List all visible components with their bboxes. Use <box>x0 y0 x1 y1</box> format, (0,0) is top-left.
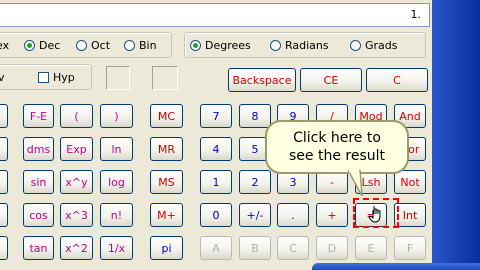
pi-button[interactable]: pi <box>150 236 183 260</box>
memory-clear-button[interactable]: MC <box>150 104 183 128</box>
tooltip-pointer <box>346 169 364 197</box>
factorial-button[interactable]: n! <box>100 203 133 227</box>
tooltip-line-1: Click here to <box>293 130 381 146</box>
dat-button[interactable] <box>0 236 8 260</box>
hex-e-button: E <box>355 236 387 260</box>
parenthesis-indicator <box>152 66 178 90</box>
digit-0-button[interactable]: 0 <box>200 203 232 227</box>
sum-button[interactable] <box>0 170 8 194</box>
radio-radians-label: Radians <box>285 39 329 52</box>
clear-entry-button[interactable]: CE <box>300 68 362 92</box>
backspace-button[interactable]: Backspace <box>228 68 296 92</box>
radio-grads-label: Grads <box>365 39 398 52</box>
dms-button[interactable]: dms <box>23 137 54 161</box>
radio-bin[interactable]: Bin <box>124 39 157 52</box>
desktop-background <box>432 0 480 270</box>
radio-radians-indicator <box>270 40 281 51</box>
digit-4-button[interactable]: 4 <box>200 137 232 161</box>
tooltip-callout: Click here to see the result <box>265 120 409 174</box>
calculator-display: 1. <box>0 3 430 27</box>
fe-button[interactable]: F-E <box>23 104 54 128</box>
radio-oct-label: Oct <box>91 39 111 52</box>
radio-hex-label: ex <box>0 39 10 52</box>
radio-grads-indicator <box>350 40 361 51</box>
hex-f-button: F <box>394 236 426 260</box>
radio-grads[interactable]: Grads <box>350 39 398 52</box>
hex-c-button: C <box>277 236 309 260</box>
radio-dec-indicator <box>24 40 35 51</box>
ave-button[interactable] <box>0 137 8 161</box>
add-button[interactable]: + <box>316 203 348 227</box>
hex-b-button: B <box>239 236 271 260</box>
memory-store-button[interactable]: MS <box>150 170 183 194</box>
hyp-checkbox-label: Hyp <box>53 71 75 84</box>
digit-2-button[interactable]: 2 <box>239 170 271 194</box>
x-power-y-button[interactable]: x^y <box>60 170 93 194</box>
s-button[interactable] <box>0 203 8 227</box>
clear-button[interactable]: C <box>366 68 428 92</box>
radio-bin-indicator <box>124 40 135 51</box>
exp-button[interactable]: Exp <box>60 137 93 161</box>
hex-a-button: A <box>200 236 232 260</box>
hyp-checkbox-box <box>38 72 49 83</box>
memory-indicator <box>106 66 130 90</box>
x-cubed-button[interactable]: x^3 <box>60 203 93 227</box>
ln-button[interactable]: ln <box>100 137 133 161</box>
digit-1-button[interactable]: 1 <box>200 170 232 194</box>
radio-oct[interactable]: Oct <box>76 39 110 52</box>
radio-dec-label: Dec <box>39 39 61 52</box>
x-squared-button[interactable]: x^2 <box>60 236 93 260</box>
radio-bin-label: Bin <box>139 39 157 52</box>
sin-button[interactable]: sin <box>23 170 54 194</box>
hand-cursor-icon <box>368 205 384 223</box>
digit-7-button[interactable]: 7 <box>200 104 232 128</box>
tooltip-line-2: see the result <box>288 148 385 164</box>
digit-8-button[interactable]: 8 <box>239 104 271 128</box>
cos-button[interactable]: cos <box>23 203 54 227</box>
radio-degrees-label: Degrees <box>205 39 251 52</box>
open-paren-button[interactable]: ( <box>60 104 93 128</box>
close-paren-button[interactable]: ) <box>100 104 133 128</box>
tan-button[interactable]: tan <box>23 236 54 260</box>
hex-d-button: D <box>316 236 348 260</box>
not-button[interactable]: Not <box>394 170 426 194</box>
radio-degrees-indicator <box>190 40 201 51</box>
radio-dec[interactable]: Dec <box>24 39 60 52</box>
inv-checkbox[interactable]: v <box>0 71 5 84</box>
radio-degrees[interactable]: Degrees <box>190 39 251 52</box>
memory-add-button[interactable]: M+ <box>150 203 183 227</box>
radio-oct-indicator <box>76 40 87 51</box>
radio-radians[interactable]: Radians <box>270 39 329 52</box>
decimal-point-button[interactable]: . <box>277 203 309 227</box>
inv-checkbox-label: v <box>0 71 5 84</box>
log-button[interactable]: log <box>100 170 133 194</box>
sta-button[interactable] <box>0 104 8 128</box>
negate-button[interactable]: +/- <box>239 203 271 227</box>
memory-recall-button[interactable]: MR <box>150 137 183 161</box>
taskbar <box>312 263 480 270</box>
reciprocal-button[interactable]: 1/x <box>100 236 133 260</box>
radio-hex[interactable]: ex <box>0 39 9 52</box>
hyp-checkbox[interactable]: Hyp <box>38 71 75 84</box>
